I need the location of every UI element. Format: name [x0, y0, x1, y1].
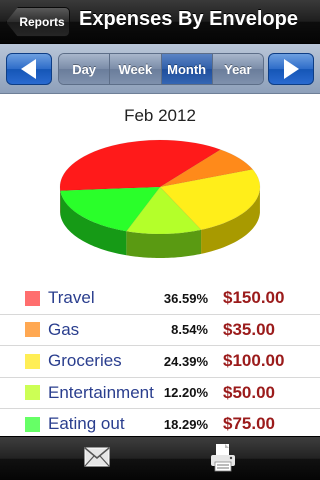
mail-icon — [84, 447, 110, 467]
category-percent: 18.29% — [163, 416, 208, 432]
groceries-color-swatch — [25, 353, 40, 369]
category-amount: $150.00 — [223, 288, 285, 308]
entertainment-color-swatch — [25, 385, 40, 401]
segment-year[interactable]: Year — [212, 54, 263, 84]
legend-row-groceries[interactable]: Groceries 24.39% $100.00 — [0, 346, 320, 378]
category-name: Eating out — [48, 414, 125, 434]
travel-color-swatch — [25, 290, 40, 306]
navigation-bar: Reports Expenses By Envelope — [0, 0, 320, 44]
category-percent: 36.59% — [163, 290, 208, 306]
category-percent: 24.39% — [163, 353, 208, 369]
category-name: Gas — [48, 319, 80, 339]
period-segmented-control: Day Week Month Year — [58, 53, 264, 85]
gas-color-swatch — [25, 322, 40, 338]
category-name: Groceries — [48, 351, 122, 371]
segment-month[interactable]: Month — [161, 54, 213, 84]
previous-period-button[interactable] — [6, 53, 52, 85]
category-name: Travel — [48, 288, 95, 308]
category-amount: $75.00 — [223, 414, 275, 434]
page-title: Expenses By Envelope — [79, 8, 298, 30]
category-amount: $50.00 — [223, 382, 275, 402]
category-percent: 8.54% — [171, 322, 208, 338]
eating-out-color-swatch — [25, 416, 40, 432]
period-selector-bar: Day Week Month Year — [0, 44, 320, 94]
expense-legend-list: Travel 36.59% $150.00 Gas 8.54% $35.00 G… — [0, 283, 320, 441]
category-name: Entertainment — [48, 382, 154, 402]
category-amount: $35.00 — [223, 319, 275, 339]
next-period-button[interactable] — [268, 53, 314, 85]
segment-day[interactable]: Day — [59, 54, 111, 84]
legend-row-travel[interactable]: Travel 36.59% $150.00 — [0, 283, 320, 315]
legend-row-entertainment[interactable]: Entertainment 12.20% $50.00 — [0, 378, 320, 409]
chart-title: Feb 2012 — [124, 106, 196, 125]
category-percent: 12.20% — [163, 385, 208, 401]
expenses-pie-chart — [59, 139, 261, 258]
reports-back-button[interactable]: Reports — [6, 7, 70, 37]
category-amount: $100.00 — [223, 351, 285, 371]
bottom-toolbar — [0, 436, 320, 480]
segment-week[interactable]: Week — [110, 54, 162, 84]
right-arrow-icon — [284, 59, 299, 79]
left-arrow-icon — [21, 59, 36, 79]
email-report-button[interactable] — [84, 447, 110, 472]
legend-row-gas[interactable]: Gas 8.54% $35.00 — [0, 315, 320, 346]
print-report-button[interactable] — [209, 443, 237, 478]
print-icon — [211, 444, 235, 472]
